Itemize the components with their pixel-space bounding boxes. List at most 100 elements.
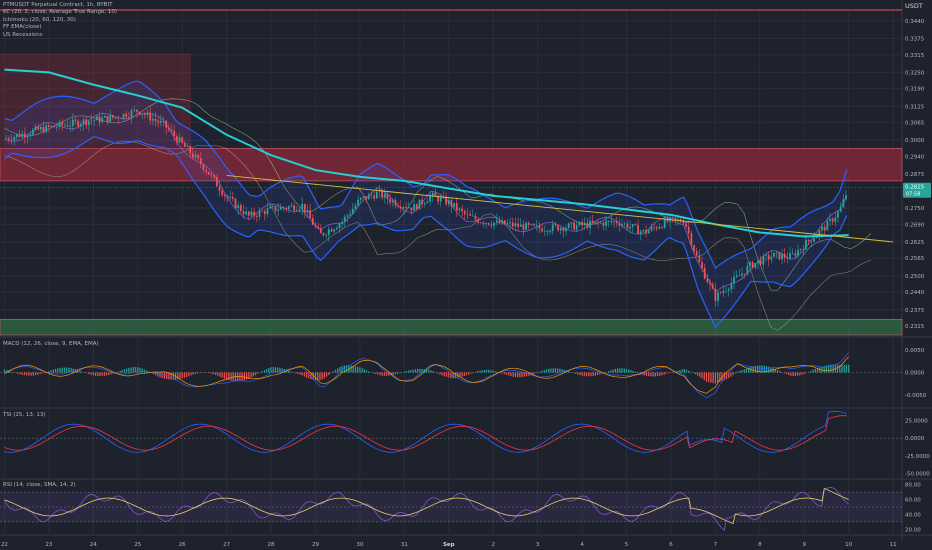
time-tick: 8 (758, 542, 762, 548)
price-tick: 0.2625 (905, 240, 925, 246)
indicator-legend-ema[interactable]: FF EMA(close) (3, 24, 117, 31)
candle-body (509, 222, 511, 224)
candle-body (34, 126, 37, 130)
macd-histogram-bar (254, 372, 257, 376)
candle-body (61, 122, 64, 126)
macd-histogram-bar (799, 372, 801, 376)
price-tick: 0.2500 (905, 274, 925, 280)
candle-body (245, 211, 248, 215)
symbol-title[interactable]: PTMUSDT Perpetual Contract, 1h, BYBIT (3, 2, 117, 9)
candle-body (133, 109, 136, 111)
candle-body (461, 208, 464, 212)
macd-histogram-bar (32, 372, 34, 376)
macd-histogram-bar (685, 369, 688, 373)
macd-histogram-bar (619, 368, 621, 373)
candle-body (599, 222, 602, 224)
candle-body (266, 208, 269, 215)
candle-body (191, 153, 194, 158)
candle-body (474, 215, 477, 220)
indicator-legend-kc[interactable]: KC (20, 2, close, Average True Range, 10… (3, 9, 117, 16)
candle-body (554, 224, 557, 226)
chart-canvas[interactable]: USDT 0.3440 0.3375 0.3315 0.3250 0.3190 0.3125… (0, 0, 932, 550)
candle-body (82, 119, 85, 125)
macd-legend[interactable]: MACD (12, 26, close, 9, EMA, EMA) (3, 341, 99, 348)
macd-histogram-bar (288, 370, 290, 373)
candle-body (581, 222, 583, 226)
candle-body (359, 197, 362, 200)
candle-body (570, 222, 573, 224)
price-tick: 0.3250 (905, 70, 925, 76)
zone-support (0, 318, 903, 336)
candle-body (525, 222, 527, 230)
candle-body (367, 194, 370, 200)
candle-body (397, 205, 400, 207)
tsi-legend[interactable]: TSI (25, 13, 13) (3, 412, 46, 419)
price-tick: 0.2690 (905, 222, 925, 228)
candle-body (117, 117, 120, 119)
candle-body (567, 223, 570, 229)
macd-histogram-bar (161, 372, 163, 379)
macd-histogram-bar (623, 368, 625, 373)
macd-histogram-bar (703, 372, 705, 380)
macd-histogram-bar (365, 370, 368, 373)
rsi-legend[interactable]: RSI (14, close, SMA, 14, 2) (3, 482, 76, 489)
macd-histogram-bar (21, 372, 23, 375)
macd-histogram-bar (843, 364, 845, 373)
candle-body (383, 193, 386, 198)
macd-histogram-bar (66, 367, 68, 373)
candle-body (754, 263, 757, 268)
price-tick: 0.2875 (905, 172, 925, 178)
macd-histogram-bar (363, 369, 365, 373)
candle-body (597, 221, 599, 223)
macd-histogram-bar (374, 372, 377, 374)
macd-histogram-bar (110, 372, 112, 375)
macd-histogram-bar (330, 372, 332, 374)
candle-body (677, 219, 679, 220)
candle-body (714, 288, 717, 301)
candle-body (199, 158, 202, 165)
macd-histogram-bar (554, 368, 557, 373)
macd-histogram-bar (63, 367, 66, 373)
macd-histogram-bar (252, 372, 254, 377)
last-price-label: 0.2825 (905, 185, 925, 191)
macd-histogram-bar (81, 371, 83, 373)
macd-histogram-bar (519, 372, 521, 378)
macd-histogram-bar (217, 372, 219, 376)
candle-body (165, 120, 168, 128)
candle-body (610, 220, 613, 223)
candle-body (207, 171, 210, 175)
macd-histogram-bar (301, 372, 303, 376)
candle-body (55, 126, 58, 128)
candle-body (93, 120, 96, 121)
macd-histogram-bar (663, 372, 665, 375)
indicator-legend-ichimoku[interactable]: Ichimoku (20, 60, 120, 30) (3, 17, 117, 24)
candle-body (423, 203, 426, 205)
time-tick: 3 (536, 542, 540, 548)
macd-histogram-bar (848, 364, 850, 373)
candle-body (50, 126, 53, 127)
macd-histogram-bar (412, 369, 414, 373)
macd-histogram-bar (132, 367, 134, 373)
candle-body (829, 218, 831, 221)
candle-body (247, 211, 250, 216)
candle-body (530, 224, 533, 225)
macd-histogram-bar (717, 372, 719, 383)
candle-body (802, 249, 805, 250)
countdown-label: 07:58 (906, 192, 920, 198)
indicator-legend-recessions[interactable]: US Recessions (3, 32, 117, 39)
macd-tick: 0.0000 (905, 371, 925, 377)
candle-body (434, 192, 437, 197)
macd-histogram-bar (463, 372, 465, 376)
macd-histogram-bar (61, 367, 63, 373)
macd-histogram-bar (461, 372, 463, 377)
macd-histogram-bar (590, 372, 592, 377)
candle-body (701, 262, 703, 269)
price-tick: 0.3315 (905, 53, 925, 59)
macd-histogram-bar (699, 372, 701, 377)
candle-body (322, 233, 325, 236)
macd-histogram-bar (270, 367, 272, 373)
macd-histogram-bar (417, 368, 419, 373)
macd-histogram-bar (266, 368, 268, 373)
candle-body (215, 177, 218, 187)
macd-histogram-bar (814, 368, 816, 373)
